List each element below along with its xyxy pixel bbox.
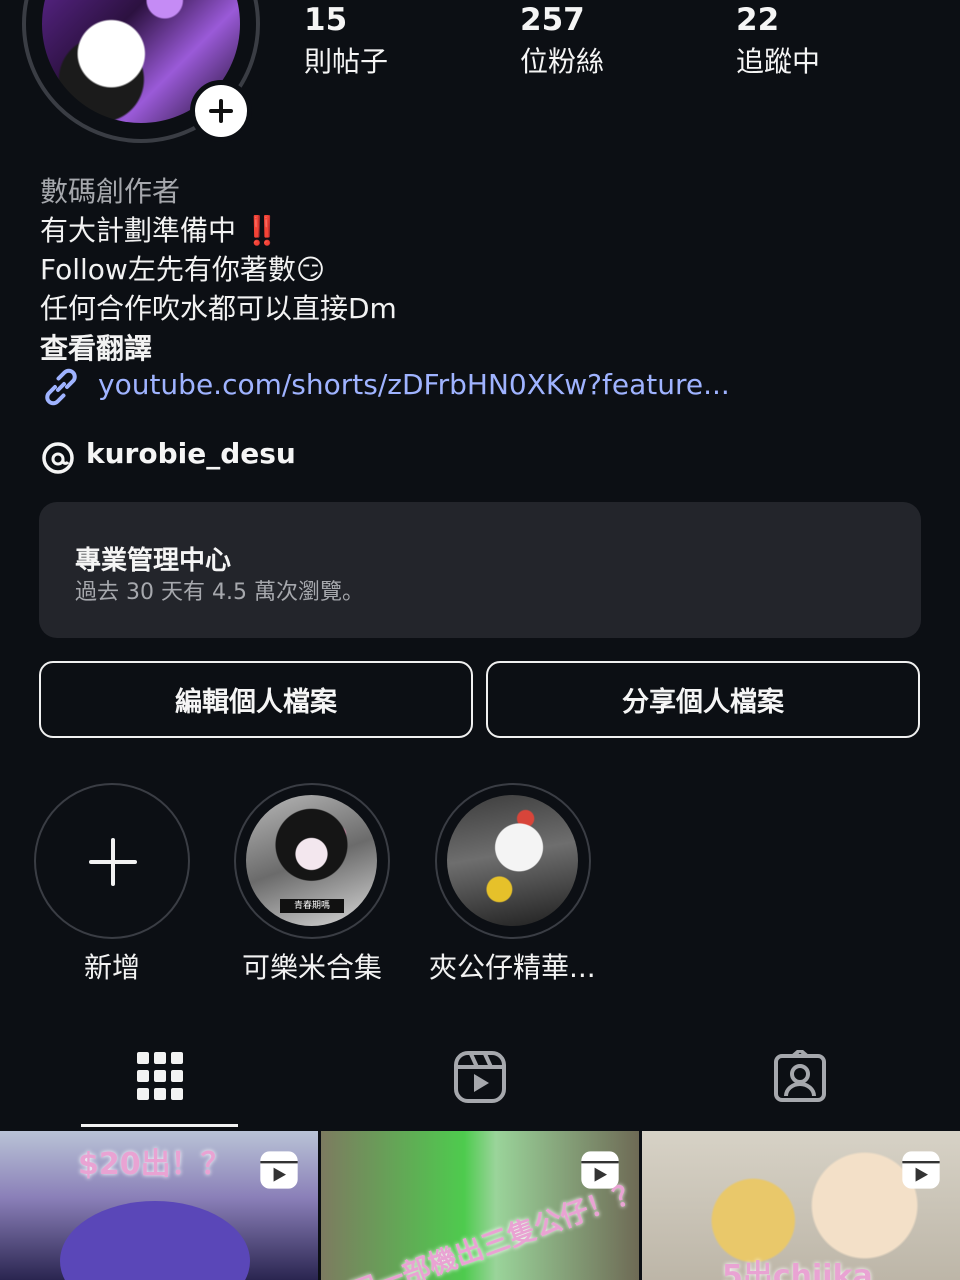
followers-label[interactable]: 位粉絲 [520,40,604,80]
bio-line-2: Follow左先有你著數😏 [40,253,326,286]
add-story-button[interactable] [190,80,252,142]
bio-line-1: 有大計劃準備中 ‼️ [40,214,280,247]
reels-icon [454,1051,506,1103]
following-label[interactable]: 追蹤中 [736,40,820,80]
post-thumbnail-2[interactable]: 同一部機出三隻公仔！？ [321,1131,639,1280]
plus-icon [89,838,137,886]
highlight-claw-cover [447,795,578,926]
share-profile-button[interactable]: 分享個人檔案 [486,661,920,738]
active-tab-indicator [81,1124,238,1127]
highlight-kuromi-overlay-text: 青春期嗎 [280,899,344,913]
dashboard-title: 專業管理中心 [75,546,232,576]
highlight-kuromi-cover: 青春期嗎 [246,795,377,926]
highlight-new[interactable] [34,783,190,939]
link-icon [45,368,77,406]
following-count[interactable]: 22 [736,2,779,38]
dashboard-subtitle: 過去 30 天有 4.5 萬次瀏覽。 [75,580,364,605]
tab-posts[interactable] [130,1045,190,1109]
plus-icon [209,99,233,123]
professional-dashboard-card[interactable]: 專業管理中心 過去 30 天有 4.5 萬次瀏覽。 [39,502,921,638]
posts-label[interactable]: 則帖子 [304,40,388,80]
highlight-claw-machine[interactable] [435,783,591,939]
bio-link[interactable]: youtube.com/shorts/zDFrbHN0XKw?feature..… [98,368,730,401]
tab-tagged[interactable] [770,1045,830,1109]
reels-badge-icon [581,1151,619,1189]
tagged-icon [774,1050,826,1102]
edit-profile-button[interactable]: 編輯個人檔案 [39,661,473,738]
posts-count[interactable]: 15 [304,2,347,38]
tab-reels[interactable] [450,1045,510,1109]
highlight-kuromi-label: 可樂米合集 [242,951,383,984]
post-3-caption: 5出chiika [722,1259,873,1280]
highlight-new-label: 新增 [84,951,141,984]
post-thumbnail-1[interactable]: $20出！？ [0,1131,318,1280]
see-translation-link[interactable]: 查看翻譯 [40,327,152,367]
post-thumbnail-3[interactable]: 5出chiika [642,1131,960,1280]
reels-badge-icon [260,1151,298,1189]
profile-category: 數碼創作者 [40,175,181,208]
threads-handle[interactable]: kurobie_desu [86,437,296,470]
threads-icon[interactable] [40,440,76,476]
followers-count[interactable]: 257 [520,2,585,38]
highlight-kuromi[interactable]: 青春期嗎 [234,783,390,939]
highlight-claw-label: 夾公仔精華... [429,951,596,984]
reels-badge-icon [902,1151,940,1189]
post-1-caption: $20出！？ [78,1147,231,1182]
post-1-plush [60,1201,250,1280]
grid-icon [137,1052,183,1100]
bio-line-3: 任何合作吹水都可以直接Dm [40,292,397,325]
